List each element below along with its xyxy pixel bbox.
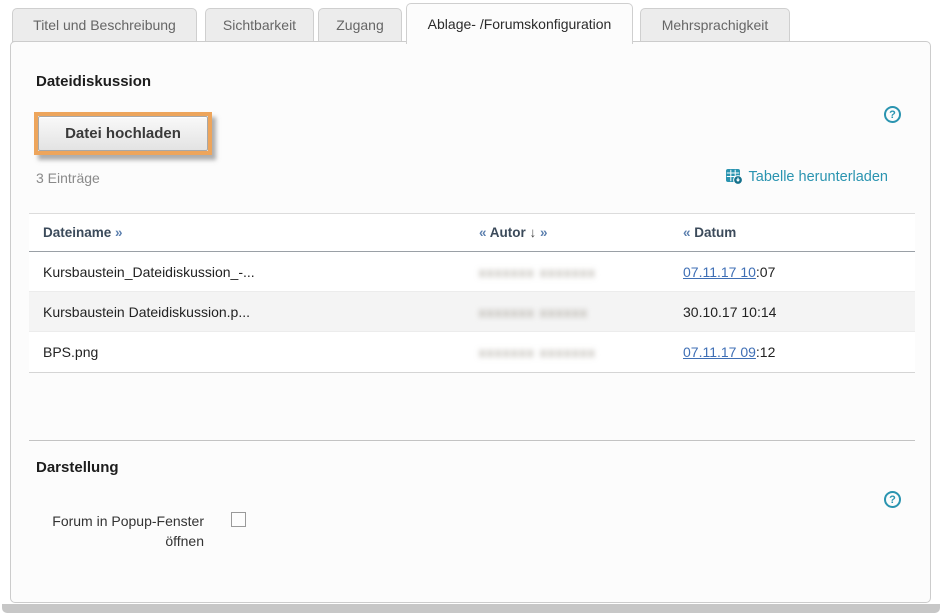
date-cell: 07.11.17 10:07 (669, 264, 915, 280)
popup-window-label-line2: öffnen (36, 531, 204, 551)
download-table-label: Tabelle herunterladen (749, 169, 888, 185)
date-rest: :12 (756, 344, 775, 360)
page-bottom-edge (2, 604, 940, 613)
popup-window-label-line1: Forum in Popup-Fenster (36, 511, 204, 531)
file-discussion-heading: Dateidiskussion (36, 73, 151, 90)
help-icon[interactable]: ? (884, 491, 901, 508)
entries-count: 3 Einträge (36, 170, 100, 186)
date-rest: 30.10.17 10:14 (683, 304, 776, 320)
table-row: BPS.png xxxxxxx xxxxxxx 07.11.17 09:12 (29, 332, 915, 372)
table-download-icon (726, 168, 743, 185)
tab-sichtbarkeit[interactable]: Sichtbarkeit (205, 8, 314, 42)
download-table-link[interactable]: Tabelle herunterladen (726, 168, 888, 185)
tab-titel-und-beschreibung[interactable]: Titel und Beschreibung (12, 8, 197, 42)
help-icon[interactable]: ? (884, 106, 901, 123)
filename-cell: Kursbaustein_Dateidiskussion_-... (29, 264, 465, 280)
filename-cell: Kursbaustein Dateidiskussion.p... (29, 304, 465, 320)
column-header-autor[interactable]: « Autor ↓ » (465, 225, 669, 240)
date-cell: 30.10.17 10:14 (669, 304, 915, 320)
col-dateiname-label: Dateiname (43, 225, 111, 240)
date-cell: 07.11.17 09:12 (669, 344, 915, 360)
sort-direction-icon: ↓ (530, 225, 537, 240)
table-header-row: Dateiname » « Autor ↓ » « Datum (29, 214, 915, 252)
sort-next-icon[interactable]: » (540, 225, 548, 240)
section-divider (29, 440, 915, 442)
table-row: Kursbaustein_Dateidiskussion_-... xxxxxx… (29, 252, 915, 292)
tab-mehrsprachigkeit[interactable]: Mehrsprachigkeit (640, 8, 790, 42)
screen: Titel und Beschreibung Sichtbarkeit Zuga… (0, 0, 940, 613)
author-redacted: xxxxxxx xxxxxxx (479, 265, 596, 280)
sort-next-icon[interactable]: » (115, 225, 123, 240)
display-section-heading: Darstellung (36, 459, 119, 476)
table-row: Kursbaustein Dateidiskussion.p... xxxxxx… (29, 292, 915, 332)
file-table: Dateiname » « Autor ↓ » « Datum Kursbaus… (29, 213, 915, 373)
author-redacted: xxxxxxx xxxxxxx (479, 345, 596, 360)
date-link[interactable]: 07.11.17 09 (683, 344, 756, 360)
sort-prev-icon[interactable]: « (479, 225, 487, 240)
author-cell: xxxxxxx xxxxxxx (465, 264, 669, 280)
col-datum-label: Datum (694, 225, 736, 240)
tab-zugang[interactable]: Zugang (318, 8, 402, 42)
date-link[interactable]: 07.11.17 10 (683, 264, 756, 280)
popup-window-checkbox[interactable] (231, 512, 246, 527)
author-cell: xxxxxxx xxxxxxx (465, 344, 669, 360)
date-rest: :07 (756, 264, 775, 280)
tab-ablage-forumskonfiguration[interactable]: Ablage- /Forumskonfiguration (406, 3, 633, 44)
upload-button-highlight: Datei hochladen (34, 112, 212, 155)
sort-prev-icon[interactable]: « (683, 225, 691, 240)
popup-window-label: Forum in Popup-Fenster öffnen (36, 511, 204, 551)
author-redacted: xxxxxxx xxxxxx (479, 305, 588, 320)
config-panel: Dateidiskussion ? Datei hochladen 3 Eint… (10, 41, 931, 603)
filename-cell: BPS.png (29, 344, 465, 360)
author-cell: xxxxxxx xxxxxx (465, 304, 669, 320)
column-header-datum[interactable]: « Datum (669, 225, 915, 240)
column-header-dateiname[interactable]: Dateiname » (29, 225, 465, 240)
col-autor-label: Autor (490, 225, 526, 240)
upload-file-button[interactable]: Datei hochladen (38, 116, 208, 151)
